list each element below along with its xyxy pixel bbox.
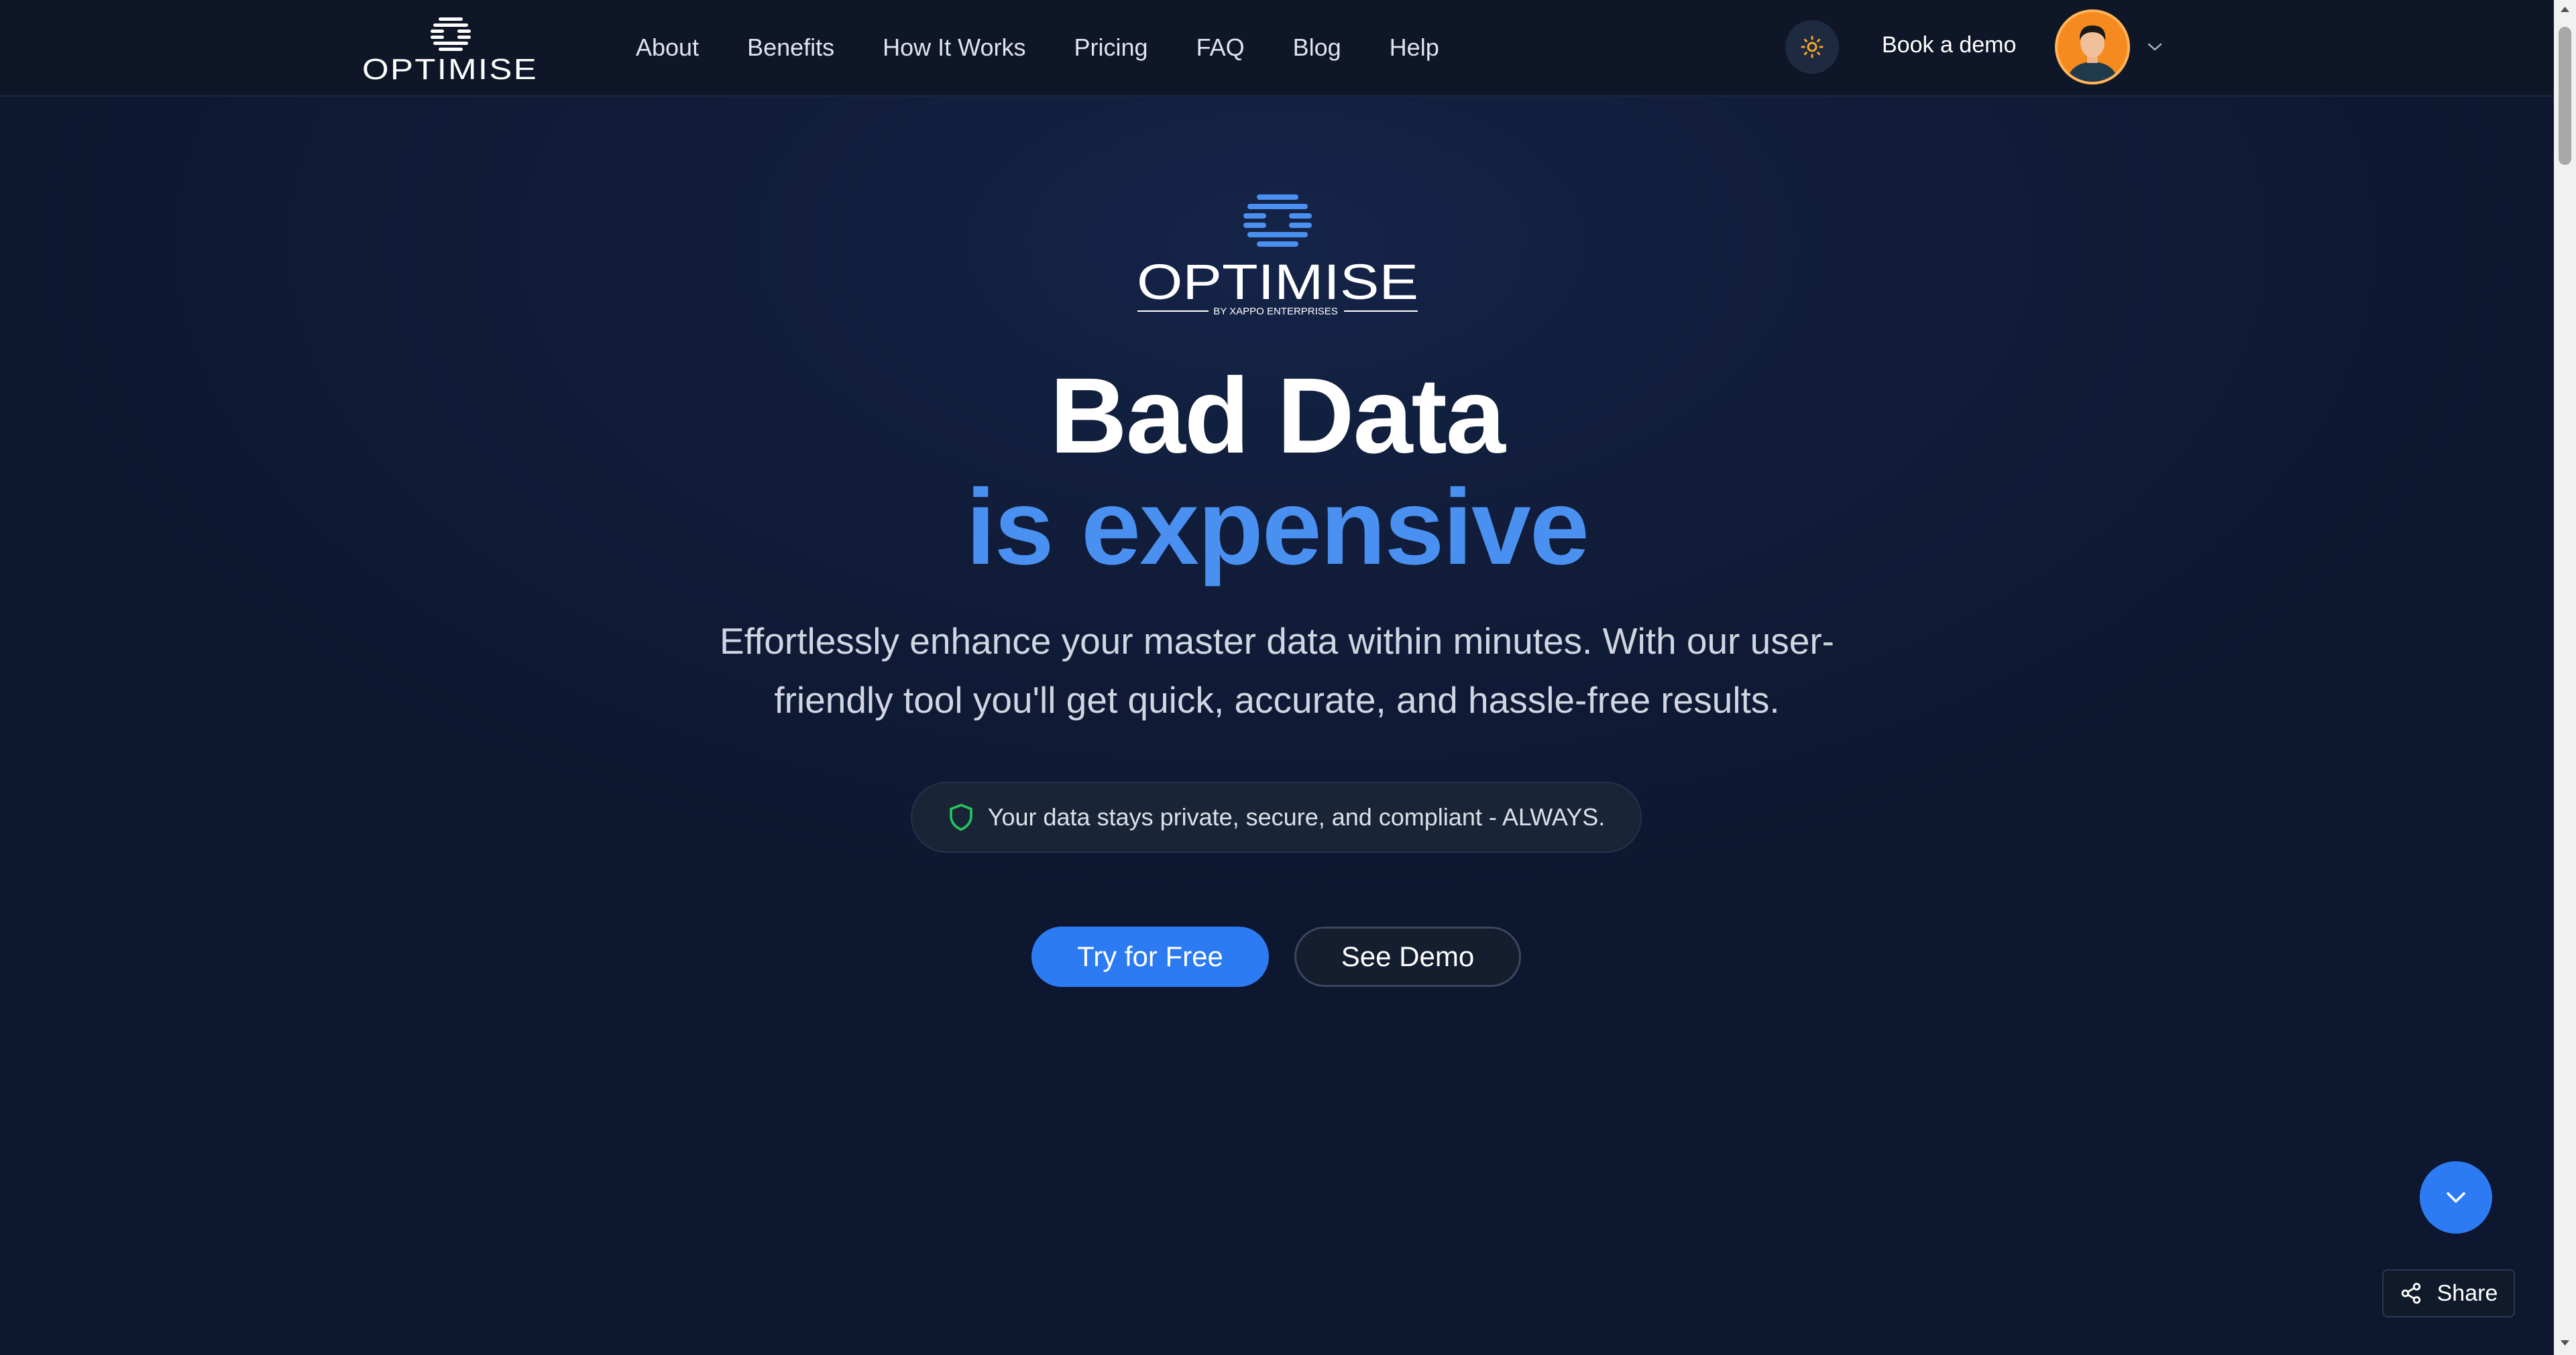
share-button[interactable]: Share <box>2382 1269 2515 1317</box>
nav-pricing[interactable]: Pricing <box>1074 34 1148 62</box>
top-navigation-bar: OPTIMISE About Benefits How It Works Pri… <box>0 0 2554 97</box>
try-for-free-button[interactable]: Try for Free <box>1031 927 1269 987</box>
optimise-logo[interactable]: OPTIMISE <box>359 12 541 86</box>
share-label: Share <box>2437 1280 2498 1306</box>
hero-headline-line2: is expensive <box>966 467 1589 587</box>
nav-benefits[interactable]: Benefits <box>747 34 834 62</box>
hero-logo-tagline: BY XAPPO ENTERPRISES <box>1213 306 1338 315</box>
hero-optimise-logo: OPTIMISE BY XAPPO ENTERPRISES <box>1137 194 1418 315</box>
page: OPTIMISE About Benefits How It Works Pri… <box>0 0 2554 1355</box>
see-demo-button[interactable]: See Demo <box>1294 927 1521 987</box>
chevron-down-icon <box>2447 1192 2465 1203</box>
header-logo-text: OPTIMISE <box>362 53 538 86</box>
user-avatar[interactable] <box>2055 9 2130 84</box>
scroll-up-arrow-icon[interactable] <box>2560 5 2570 13</box>
hero-headline-line1: Bad Data <box>1050 355 1506 475</box>
hero-subtitle: Effortlessly enhance your master data wi… <box>720 620 1834 721</box>
nav-help[interactable]: Help <box>1390 34 1439 62</box>
main-nav: About Benefits How It Works Pricing FAQ … <box>636 0 1488 95</box>
nav-how-it-works[interactable]: How It Works <box>883 34 1025 62</box>
privacy-text: Your data stays private, secure, and com… <box>987 803 1606 831</box>
book-demo-link[interactable]: Book a demo <box>1882 32 2016 58</box>
sun-icon <box>1801 36 1824 58</box>
hero-logo-text: OPTIMISE <box>1137 254 1418 310</box>
theme-toggle-button[interactable] <box>1785 20 1839 74</box>
chevron-down-icon[interactable] <box>2146 40 2164 54</box>
shield-icon <box>949 803 972 831</box>
scroll-down-button[interactable] <box>2420 1161 2492 1234</box>
privacy-badge: Your data stays private, secure, and com… <box>911 782 1642 853</box>
scrollbar-thumb[interactable] <box>2559 27 2571 165</box>
avatar-portrait-icon <box>2067 25 2118 82</box>
nav-blog[interactable]: Blog <box>1293 34 1341 62</box>
scroll-down-arrow-icon[interactable] <box>2560 1339 2570 1347</box>
share-icon <box>2401 1283 2420 1304</box>
nav-about[interactable]: About <box>636 34 699 62</box>
page-scrollbar[interactable] <box>2554 0 2576 1355</box>
nav-faq[interactable]: FAQ <box>1196 34 1245 62</box>
